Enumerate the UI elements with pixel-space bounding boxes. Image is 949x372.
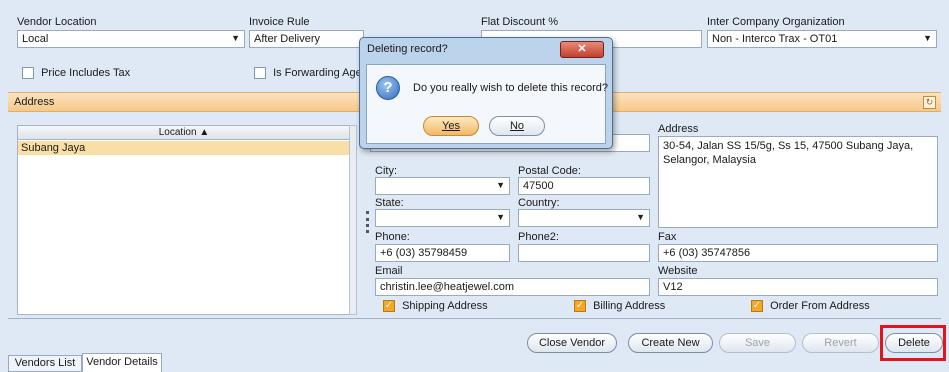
order-from-address-checkbox[interactable]: ✓ Order From Address: [751, 300, 870, 313]
vendor-location-label: Vendor Location: [17, 16, 97, 28]
revert-button[interactable]: Revert: [802, 333, 879, 353]
flat-discount-label: Flat Discount %: [481, 16, 559, 28]
address-textarea[interactable]: 30-54, Jalan SS 15/5g, Ss 15, 47500 Suba…: [658, 136, 938, 228]
phone-input[interactable]: +6 (03) 35798459: [375, 244, 510, 262]
dialog-title: Deleting record?: [367, 43, 448, 55]
fax-input[interactable]: +6 (03) 35747856: [658, 244, 938, 262]
shipping-address-checkbox[interactable]: ✓ Shipping Address: [383, 300, 488, 313]
yes-label: Yes: [442, 120, 460, 132]
email-input[interactable]: christin.lee@heatjewel.com: [375, 278, 650, 296]
state-label: State:: [375, 197, 404, 209]
city-label: City:: [375, 165, 397, 177]
invoice-rule-select[interactable]: After Delivery: [249, 30, 364, 48]
address-label: Address: [658, 123, 699, 135]
dialog-message: Do you really wish to delete this record…: [413, 82, 609, 94]
website-input[interactable]: V12: [658, 278, 938, 296]
save-button[interactable]: Save: [719, 333, 796, 353]
email-label: Email: [375, 265, 403, 277]
shipping-address-label: Shipping Address: [402, 300, 488, 313]
country-select[interactable]: ▼: [518, 209, 650, 227]
interco-select[interactable]: Non - Interco Trax - OT01 ▼: [707, 30, 937, 48]
delete-confirm-dialog: Deleting record? ✕ ? Do you really wish …: [359, 37, 613, 149]
location-grid: Location ▲ Subang Jaya: [17, 125, 357, 315]
dialog-yes-button[interactable]: Yes: [423, 116, 479, 136]
invoice-rule-value: After Delivery: [254, 33, 321, 45]
billing-address-checkbox[interactable]: ✓ Billing Address: [574, 300, 666, 313]
chevron-down-icon: ▼: [231, 33, 240, 43]
chevron-down-icon: ▼: [923, 33, 932, 43]
location-col-header[interactable]: Location ▲: [18, 126, 350, 140]
splitter-handle[interactable]: [349, 125, 357, 315]
delete-button[interactable]: Delete: [885, 333, 943, 353]
toolbar-divider: [8, 318, 941, 319]
billing-address-label: Billing Address: [593, 300, 666, 313]
no-label: No: [509, 120, 525, 132]
vendor-location-value: Local: [22, 33, 49, 45]
chevron-down-icon: ▼: [496, 180, 505, 190]
checkmark-icon: ✓: [574, 300, 586, 313]
checkbox-icon: [22, 67, 34, 80]
phone2-input[interactable]: [518, 244, 650, 262]
is-forwarding-agent-label: Is Forwarding Agen: [273, 67, 368, 80]
address-section-title: Address: [14, 96, 55, 108]
state-select[interactable]: ▼: [375, 209, 510, 227]
phone2-label: Phone2:: [518, 231, 559, 243]
checkmark-icon: ✓: [751, 300, 763, 313]
question-icon: ?: [376, 76, 400, 100]
close-icon: ✕: [577, 43, 587, 55]
interco-value: Non - Interco Trax - OT01: [712, 33, 838, 45]
interco-label: Inter Company Organization: [707, 16, 845, 28]
vendor-location-select[interactable]: Local ▼: [17, 30, 245, 48]
location-row[interactable]: Subang Jaya: [18, 141, 350, 155]
is-forwarding-agent-checkbox[interactable]: Is Forwarding Agen: [254, 67, 368, 80]
tab-vendor-details[interactable]: Vendor Details: [82, 353, 162, 372]
price-includes-tax-label: Price Includes Tax: [41, 67, 131, 80]
city-select[interactable]: ▼: [375, 177, 510, 195]
dialog-no-button[interactable]: No: [489, 116, 545, 136]
checkbox-icon: [254, 67, 266, 80]
phone-label: Phone:: [375, 231, 410, 243]
postal-code-label: Postal Code:: [518, 165, 581, 177]
dialog-body: ? Do you really wish to delete this reco…: [366, 64, 609, 144]
tab-vendors-list[interactable]: Vendors List: [8, 355, 82, 372]
order-from-address-label: Order From Address: [770, 300, 870, 313]
splitter-grip-icon: [366, 211, 369, 233]
website-label: Website: [658, 265, 698, 277]
section-refresh-icon[interactable]: ↻: [923, 96, 936, 109]
chevron-down-icon: ▼: [636, 212, 645, 222]
chevron-down-icon: ▼: [496, 212, 505, 222]
price-includes-tax-checkbox[interactable]: Price Includes Tax: [22, 67, 131, 80]
checkmark-icon: ✓: [383, 300, 395, 313]
close-vendor-button[interactable]: Close Vendor: [527, 333, 617, 353]
fax-label: Fax: [658, 231, 677, 243]
dialog-close-button[interactable]: ✕: [560, 41, 604, 58]
postal-code-input[interactable]: 47500: [518, 177, 650, 195]
create-new-button[interactable]: Create New: [628, 333, 713, 353]
invoice-rule-label: Invoice Rule: [249, 16, 310, 28]
country-label: Country:: [518, 197, 560, 209]
